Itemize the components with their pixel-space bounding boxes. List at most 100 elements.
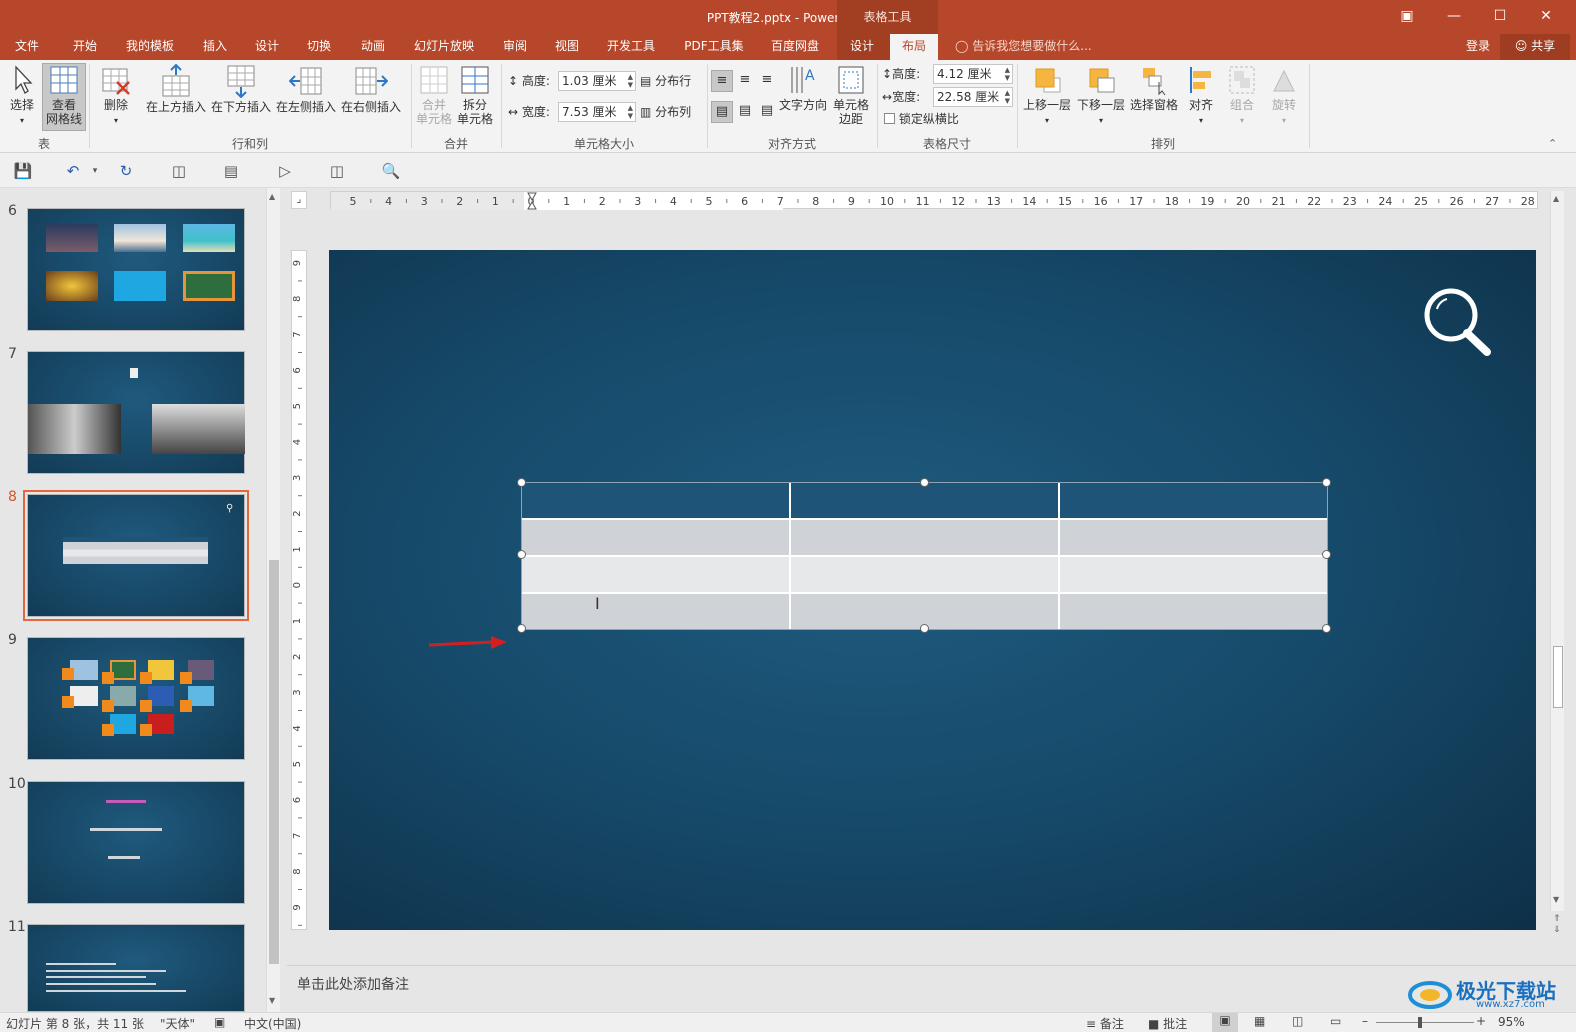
reading-view-icon[interactable]: ◫ [1292, 1014, 1303, 1028]
scrollbar-thumb[interactable] [269, 560, 279, 964]
tab-view[interactable]: 视图 [546, 34, 588, 60]
align-top-icon[interactable]: ▤ [711, 101, 733, 123]
tab-table-layout[interactable]: 布局 [890, 34, 938, 60]
align-objects-button[interactable]: 对齐 ▾ [1182, 64, 1220, 132]
slide-thumbnail-11[interactable] [27, 924, 245, 1012]
notes-toggle[interactable]: ≡ 备注 [1086, 1015, 1124, 1032]
align-center-icon[interactable]: ≡ [734, 70, 756, 92]
normal-view-icon[interactable]: ▣ [1212, 1013, 1238, 1032]
cell-margins-button[interactable]: 单元格 边距 [829, 64, 873, 132]
table-cell[interactable] [522, 519, 792, 557]
spin-arrows-icon[interactable]: ▲ ▼ [1005, 89, 1010, 105]
undo-dropdown-icon[interactable]: ▾ [84, 160, 106, 182]
slide-thumbnail-8[interactable]: ⚲ [23, 490, 249, 621]
layout-icon[interactable]: ▤ [220, 160, 242, 182]
table-cell[interactable] [1058, 483, 1327, 520]
resize-handle[interactable] [1322, 624, 1331, 633]
slide-sorter-icon[interactable]: ▦ [1254, 1014, 1265, 1028]
tab-file[interactable]: 文件 [6, 34, 48, 60]
slide-scrollbar[interactable]: ▲ ▼ [1550, 191, 1564, 911]
tell-me-search[interactable]: ◯ 告诉我您想要做什么... [955, 34, 1092, 60]
horizontal-ruler[interactable]: 5 4 3 2 1 0 1 2 3 4 5 6 7 8 9 10 11 12 13 14 15 16 17 18 19 20 21 2… [330, 191, 1547, 210]
align-middle-icon[interactable]: ▤ [734, 101, 756, 123]
tab-animations[interactable]: 动画 [352, 34, 394, 60]
start-slideshow-icon[interactable]: ▷ [274, 160, 296, 182]
save-icon[interactable]: 💾 [12, 160, 34, 182]
thumbnail-scrollbar[interactable]: ▲ ▼ [266, 188, 280, 1012]
zoom-slider-thumb[interactable] [1418, 1017, 1422, 1028]
tab-home[interactable]: 开始 [62, 34, 108, 60]
align-left-icon[interactable]: ≡ [711, 70, 733, 92]
table-height-input[interactable]: 4.12 厘米 ▲ ▼ [933, 64, 1013, 84]
scrollbar-thumb[interactable] [1553, 646, 1563, 708]
align-bottom-icon[interactable]: ▤ [756, 101, 778, 123]
present-icon[interactable]: ◫ [326, 160, 348, 182]
resize-handle[interactable] [1322, 550, 1331, 559]
slide-thumbnail-7[interactable] [27, 351, 245, 474]
slide-table[interactable] [521, 482, 1328, 630]
select-button[interactable]: 选择 ▾ [4, 64, 40, 130]
resize-handle[interactable] [517, 478, 526, 487]
insert-above-button[interactable]: 在上方插入 [145, 64, 207, 124]
table-cell[interactable] [522, 593, 792, 629]
tab-review[interactable]: 审阅 [494, 34, 536, 60]
rotate-button[interactable]: 旋转 ▾ [1264, 64, 1304, 132]
lock-aspect-ratio-checkbox[interactable]: 锁定纵横比 [884, 109, 959, 129]
ribbon-display-options-icon[interactable]: ▣ [1384, 0, 1430, 34]
table-grid[interactable] [522, 483, 1327, 629]
zoom-out-icon[interactable]: – [1362, 1014, 1368, 1028]
redo-icon[interactable]: ↻ [115, 160, 137, 182]
resize-handle[interactable] [920, 624, 929, 633]
resize-handle[interactable] [517, 550, 526, 559]
insert-left-button[interactable]: 在左侧插入 [275, 64, 337, 124]
tab-developer[interactable]: 开发工具 [598, 34, 664, 60]
slide-thumbnail-9[interactable] [27, 637, 245, 760]
table-cell[interactable] [790, 519, 1060, 557]
cell-height-input[interactable]: 1.03 厘米 ▲ ▼ [558, 71, 636, 91]
zoom-in-icon[interactable]: + [1476, 1014, 1486, 1028]
table-cell[interactable] [1058, 519, 1327, 557]
tab-insert[interactable]: 插入 [194, 34, 236, 60]
merge-cells-button[interactable]: 合并 单元格 [414, 64, 454, 132]
spin-arrows-icon[interactable]: ▲ ▼ [628, 104, 633, 120]
table-cell[interactable] [790, 556, 1060, 594]
undo-icon[interactable]: ↶ [62, 160, 84, 182]
zoom-slider[interactable] [1376, 1022, 1474, 1023]
language[interactable]: 中文(中国) [244, 1015, 301, 1032]
table-cell[interactable] [1059, 593, 1327, 629]
comments-toggle[interactable]: ■ 批注 [1148, 1015, 1187, 1032]
bring-forward-button[interactable]: 上移一层 ▾ [1021, 64, 1073, 132]
resize-handle[interactable] [1322, 478, 1331, 487]
selection-pane-button[interactable]: 选择窗格 [1128, 64, 1180, 126]
tab-transitions[interactable]: 切换 [298, 34, 340, 60]
tab-my-templates[interactable]: 我的模板 [118, 34, 182, 60]
insert-right-button[interactable]: 在右侧插入 [340, 64, 402, 124]
resize-handle[interactable] [517, 624, 526, 633]
tab-baidu-netdisk[interactable]: 百度网盘 [762, 34, 828, 60]
spellcheck-icon[interactable]: ▣ [214, 1015, 225, 1029]
view-gridlines-button[interactable]: 查看 网格线 [42, 63, 86, 131]
table-cell[interactable] [522, 483, 792, 520]
table-width-input[interactable]: 22.58 厘米 ▲ ▼ [933, 87, 1013, 107]
distribute-columns-button[interactable]: ▥ 分布列 [640, 102, 691, 122]
prev-next-slide-icon[interactable]: ⇑ ⇓ [1553, 914, 1561, 936]
spin-arrows-icon[interactable]: ▲ ▼ [628, 73, 633, 89]
scroll-down-icon[interactable]: ▼ [269, 996, 275, 1005]
table-cell[interactable] [522, 556, 792, 594]
notes-pane[interactable]: 单击此处添加备注 [287, 965, 1576, 1012]
scroll-up-icon[interactable]: ▲ [1553, 194, 1559, 203]
tab-pdf-tools[interactable]: PDF工具集 [676, 34, 752, 60]
new-slide-icon[interactable]: ◫ [168, 160, 190, 182]
close-icon[interactable]: ✕ [1523, 0, 1569, 34]
minimize-icon[interactable]: — [1431, 0, 1477, 34]
text-direction-button[interactable]: A 文字方向 [779, 64, 827, 126]
tab-design[interactable]: 设计 [246, 34, 288, 60]
resize-handle[interactable] [920, 478, 929, 487]
print-preview-icon[interactable]: 🔍 [380, 160, 402, 182]
tab-table-design[interactable]: 设计 [840, 34, 884, 60]
distribute-rows-button[interactable]: ▤ 分布行 [640, 71, 691, 91]
share-button[interactable]: ☺ 共享 [1500, 34, 1570, 60]
tab-stop-selector[interactable]: ⌟ [291, 191, 307, 209]
slideshow-view-icon[interactable]: ▭ [1330, 1014, 1341, 1028]
send-backward-button[interactable]: 下移一层 ▾ [1075, 64, 1127, 132]
